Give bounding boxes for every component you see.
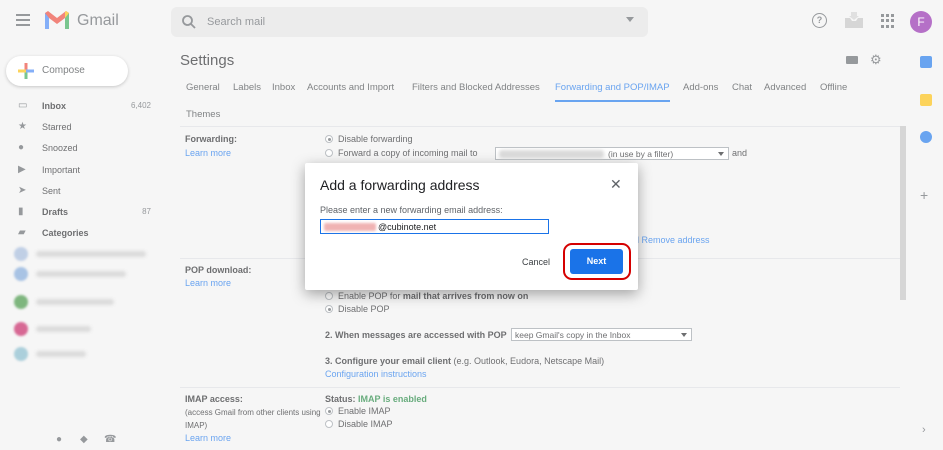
add-forwarding-dialog: Add a forwarding address ✕ Please enter … bbox=[305, 163, 638, 290]
next-button[interactable]: Next bbox=[570, 249, 623, 274]
dialog-prompt: Please enter a new forwarding email addr… bbox=[320, 205, 503, 215]
email-domain: @cubinote.net bbox=[378, 222, 437, 232]
cancel-button[interactable]: Cancel bbox=[522, 257, 550, 267]
redacted-username bbox=[324, 223, 376, 231]
forwarding-email-input[interactable]: @cubinote.net bbox=[320, 219, 549, 234]
close-icon[interactable]: ✕ bbox=[610, 176, 622, 193]
dialog-title: Add a forwarding address bbox=[320, 177, 480, 193]
